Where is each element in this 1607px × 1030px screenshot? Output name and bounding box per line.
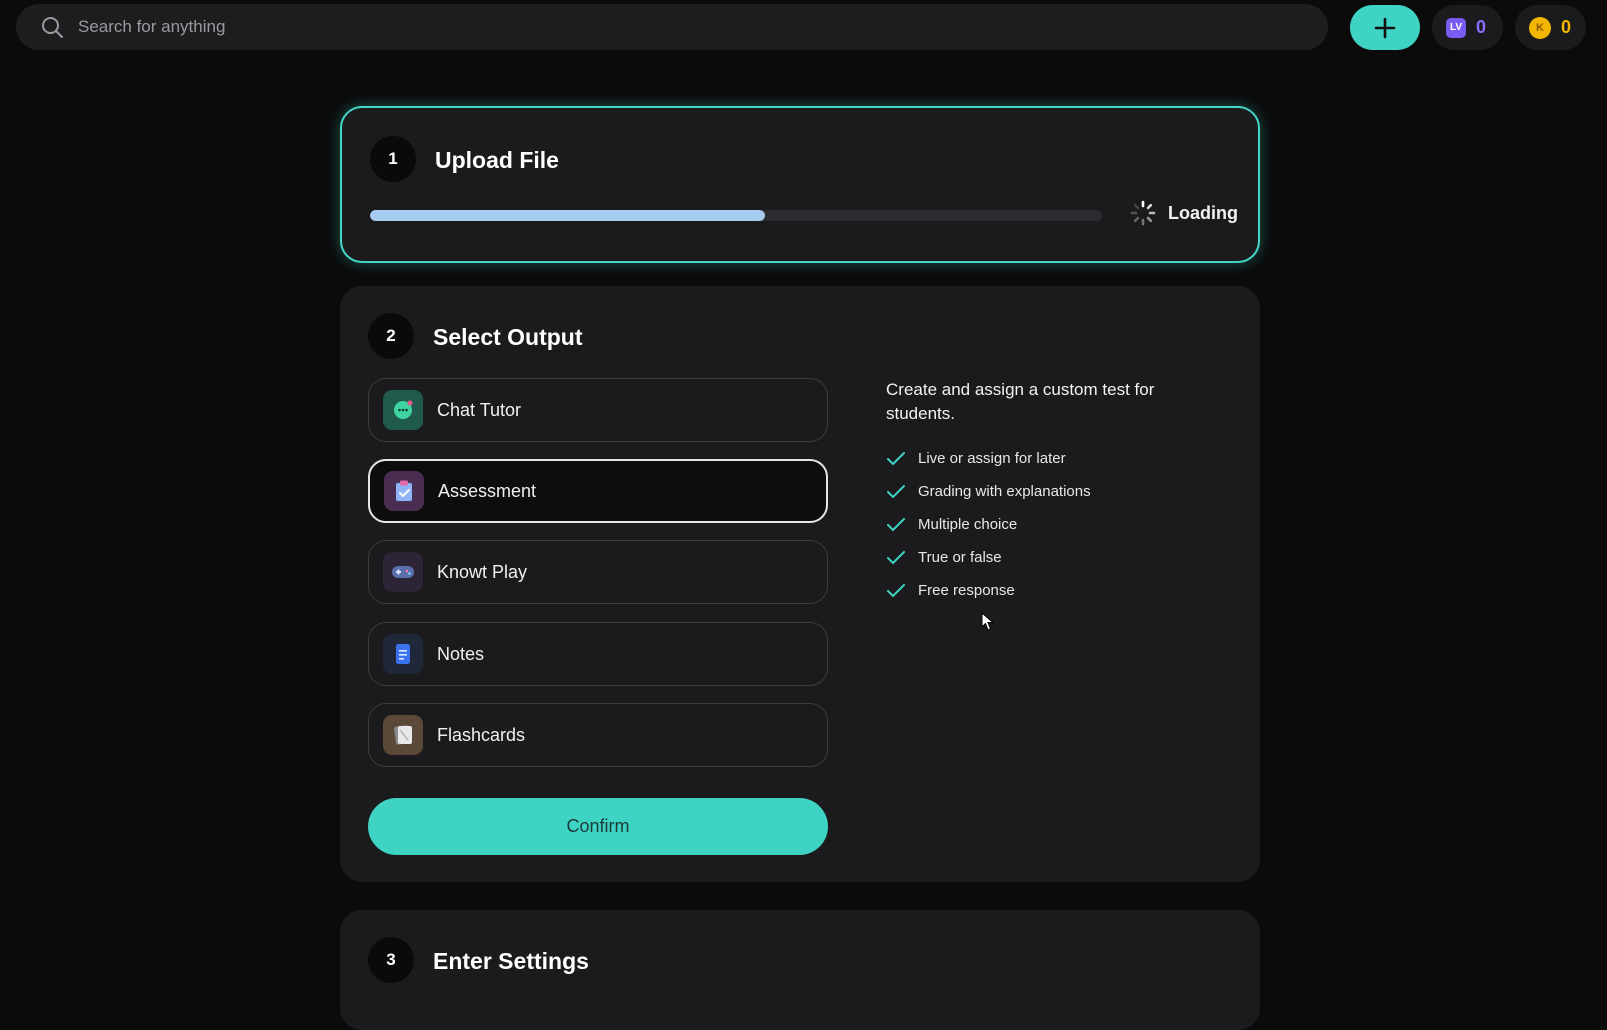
level-count: 0 <box>1476 17 1487 37</box>
clipboard-icon <box>384 471 424 511</box>
check-icon <box>887 583 905 597</box>
level-badge-icon: LV <box>1446 17 1466 38</box>
loading-status: Loading <box>1130 200 1238 226</box>
coin-counter[interactable]: K 0 <box>1515 5 1586 50</box>
loading-label: Loading <box>1168 202 1238 223</box>
check-icon <box>887 550 905 564</box>
feature-item: Free response <box>886 574 1091 607</box>
document-icon <box>383 634 423 674</box>
step-title: Upload File <box>435 147 559 173</box>
upload-file-card: 1 Upload File Loading <box>340 106 1260 263</box>
check-icon <box>887 517 905 531</box>
feature-item: Multiple choice <box>886 508 1091 541</box>
option-label: Knowt Play <box>437 561 528 582</box>
feature-label: Live or assign for later <box>918 450 1066 467</box>
option-flashcards[interactable]: Flashcards <box>368 703 828 767</box>
step-title: Enter Settings <box>433 948 589 974</box>
chat-bubble-icon <box>383 390 423 430</box>
feature-item: Live or assign for later <box>886 442 1091 475</box>
option-assessment[interactable]: Assessment <box>368 459 828 523</box>
option-label: Assessment <box>438 480 537 501</box>
search-input[interactable]: Search for anything <box>78 17 225 37</box>
flashcards-icon <box>383 715 423 755</box>
feature-item: Grading with explanations <box>886 475 1091 508</box>
check-icon <box>887 451 905 465</box>
option-label: Flashcards <box>437 724 526 745</box>
feature-list: Live or assign for later Grading with ex… <box>886 442 1091 607</box>
mouse-cursor-icon <box>981 612 995 631</box>
feature-label: Multiple choice <box>918 516 1018 533</box>
feature-label: Grading with explanations <box>918 483 1091 500</box>
coin-count: 0 <box>1561 17 1572 37</box>
output-description: Create and assign a custom test for stud… <box>886 380 1155 423</box>
plus-icon <box>1374 17 1396 38</box>
option-label: Chat Tutor <box>437 399 522 420</box>
check-icon <box>887 484 905 498</box>
gamepad-icon <box>383 552 423 592</box>
create-button[interactable] <box>1350 5 1420 50</box>
step-title: Select Output <box>433 324 583 350</box>
option-label: Notes <box>437 643 485 664</box>
step-number: 3 <box>368 937 414 983</box>
option-chat-tutor[interactable]: Chat Tutor <box>368 378 828 442</box>
option-knowt-play[interactable]: Knowt Play <box>368 540 828 604</box>
step-number: 1 <box>370 136 416 182</box>
spinner-icon <box>1130 200 1156 226</box>
confirm-button[interactable]: Confirm <box>368 798 828 855</box>
upload-progress-bar <box>370 210 1102 221</box>
coin-icon: K <box>1529 16 1551 39</box>
feature-item: True or false <box>886 541 1091 574</box>
enter-settings-card: 3 Enter Settings <box>340 910 1260 1030</box>
select-output-card: 2 Select Output Chat Tutor Assessment Kn… <box>340 286 1260 882</box>
level-counter[interactable]: LV 0 <box>1432 5 1503 50</box>
step-number: 2 <box>368 313 414 359</box>
search-icon <box>42 17 63 38</box>
option-notes[interactable]: Notes <box>368 622 828 686</box>
feature-label: True or false <box>918 549 1002 566</box>
top-bar: Search for anything LV 0 K 0 <box>0 0 1607 56</box>
feature-label: Free response <box>918 582 1015 599</box>
search-bar[interactable]: Search for anything <box>16 4 1328 50</box>
upload-progress-fill <box>370 210 766 221</box>
